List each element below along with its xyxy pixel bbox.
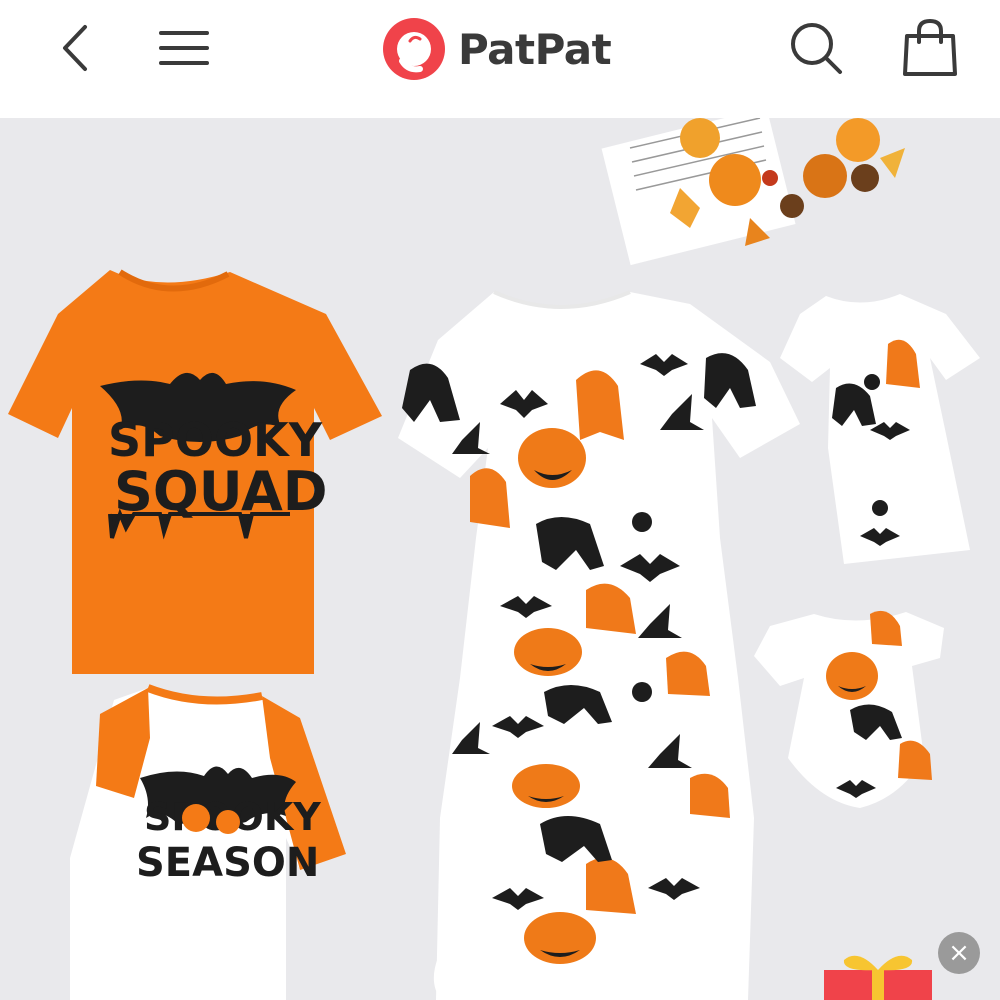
cart-button[interactable] <box>892 14 968 82</box>
top-app-bar: PatPat <box>0 0 1000 118</box>
autumn-wreath-decoration <box>601 118 905 266</box>
patpat-logo-icon <box>383 18 445 80</box>
back-button[interactable] <box>40 18 110 78</box>
brand-logo[interactable]: PatPat <box>380 14 612 84</box>
shopping-bag-icon <box>903 18 957 76</box>
search-icon <box>791 23 842 74</box>
menu-button[interactable] <box>148 18 220 78</box>
chevron-left-icon <box>63 25 87 71</box>
search-button[interactable] <box>780 16 852 80</box>
adult-tee-print-line1: SPOOKY <box>108 413 323 467</box>
product-hero-image[interactable]: SPOOKY SQUAD SPOOKY SEASON <box>0 118 1000 1000</box>
product-photo: SPOOKY SQUAD SPOOKY SEASON <box>8 118 980 1000</box>
close-popup-button[interactable]: × <box>938 932 980 974</box>
close-icon: × <box>948 938 970 968</box>
kid-tee-print-line2: SEASON <box>136 840 319 886</box>
hamburger-menu-icon <box>159 31 209 65</box>
gift-promo-icon[interactable] <box>818 946 938 1000</box>
brand-name: PatPat <box>458 24 612 74</box>
kid-raglan-tshirt: SPOOKY SEASON <box>70 684 346 1000</box>
adult-orange-tshirt: SPOOKY SQUAD <box>8 269 382 674</box>
